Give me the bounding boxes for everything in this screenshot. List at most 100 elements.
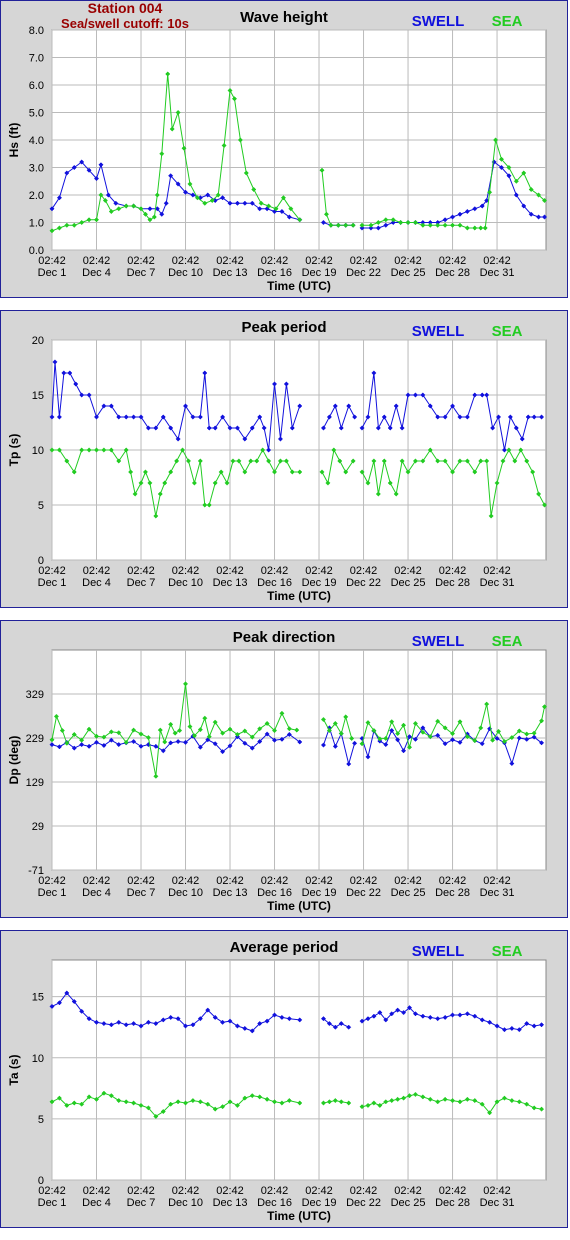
x-tick-date: Dec 10 <box>168 887 203 899</box>
peak-direction-chart: -712912922932902:42Dec 102:42Dec 402:42D… <box>7 629 548 913</box>
y-tick-label: 129 <box>26 777 44 789</box>
x-tick-time: 02:42 <box>305 875 333 887</box>
y-axis-label: Hs (ft) <box>7 123 21 158</box>
x-tick-date: Dec 19 <box>302 887 337 899</box>
x-tick-time: 02:42 <box>261 875 289 887</box>
x-tick-time: 02:42 <box>439 875 467 887</box>
x-tick-time: 02:42 <box>350 255 378 267</box>
x-tick-date: Dec 25 <box>391 887 426 899</box>
y-tick-label: 4.0 <box>29 135 44 147</box>
x-tick-time: 02:42 <box>38 875 66 887</box>
x-tick-date: Dec 4 <box>82 267 111 279</box>
y-tick-label: 7.0 <box>29 53 44 65</box>
x-tick-date: Dec 10 <box>168 267 203 279</box>
x-tick-time: 02:42 <box>216 565 244 577</box>
x-tick-time: 02:42 <box>83 255 111 267</box>
x-tick-date: Dec 10 <box>168 577 203 589</box>
x-tick-date: Dec 28 <box>435 267 470 279</box>
legend-swell: SWELL <box>412 13 465 30</box>
x-tick-time: 02:42 <box>350 565 378 577</box>
y-tick-label: 8.0 <box>29 25 44 37</box>
x-tick-date: Dec 31 <box>480 887 515 899</box>
chart-title: Peak direction <box>233 629 336 646</box>
y-tick-label: 15 <box>32 992 44 1004</box>
x-axis-label: Time (UTC) <box>267 899 331 913</box>
x-tick-date: Dec 16 <box>257 577 292 589</box>
x-tick-time: 02:42 <box>483 875 511 887</box>
wave-height-chart: 0.01.02.03.04.05.06.07.08.002:42Dec 102:… <box>7 9 548 293</box>
y-tick-label: 10 <box>32 445 44 457</box>
x-tick-date: Dec 19 <box>302 267 337 279</box>
x-tick-time: 02:42 <box>483 1185 511 1197</box>
average-period-chart: 05101502:42Dec 102:42Dec 402:42Dec 702:4… <box>7 939 547 1223</box>
x-tick-date: Dec 19 <box>302 1197 337 1209</box>
x-tick-date: Dec 13 <box>213 577 248 589</box>
y-tick-label: 5.0 <box>29 108 44 120</box>
cutoff-note: Sea/swell cutoff: 10s <box>61 16 189 31</box>
peak-period-panel: 0 5 10 15 20 02:42 Dec 1 02:42 Dec 4 02:42 Dec 7 02… <box>0 310 568 608</box>
x-tick-date: Dec 7 <box>127 267 156 279</box>
x-tick-time: 02:42 <box>305 565 333 577</box>
x-tick-time: 02:42 <box>172 1185 200 1197</box>
x-tick-date: Dec 22 <box>346 577 381 589</box>
plot-area <box>51 959 547 1181</box>
x-axis-label: Time (UTC) <box>267 1209 331 1223</box>
y-tick-label: 6.0 <box>29 80 44 92</box>
y-axis-label: Tp (s) <box>7 434 21 467</box>
x-tick-time: 02:42 <box>38 255 66 267</box>
x-tick-date: Dec 7 <box>127 1197 156 1209</box>
y-tick-label: 3.0 <box>29 163 44 175</box>
station-name: Station 004 <box>87 0 163 16</box>
x-tick-time: 02:42 <box>439 565 467 577</box>
x-tick-time: 02:42 <box>127 565 155 577</box>
x-tick-date: Dec 19 <box>302 577 337 589</box>
chart-title: Average period <box>230 939 339 956</box>
x-axis-label: Time (UTC) <box>267 589 331 603</box>
x-tick-time: 02:42 <box>394 1185 422 1197</box>
x-tick-date: Dec 16 <box>257 1197 292 1209</box>
x-tick-date: Dec 4 <box>82 887 111 899</box>
x-tick-time: 02:42 <box>172 875 200 887</box>
x-tick-date: Dec 1 <box>38 887 67 899</box>
x-tick-time: 02:42 <box>394 255 422 267</box>
x-tick-date: Dec 7 <box>127 887 156 899</box>
y-tick-label: 329 <box>26 689 44 701</box>
y-tick-label: 10 <box>32 1053 44 1065</box>
chart-title: Wave height <box>240 9 328 26</box>
x-tick-date: Dec 31 <box>480 577 515 589</box>
x-tick-time: 02:42 <box>83 565 111 577</box>
x-tick-date: Dec 31 <box>480 1197 515 1209</box>
x-tick-date: Dec 22 <box>346 1197 381 1209</box>
x-tick-date: Dec 25 <box>391 1197 426 1209</box>
x-tick-time: 02:42 <box>216 1185 244 1197</box>
chart-title: Peak period <box>241 319 326 336</box>
x-tick-time: 02:42 <box>483 255 511 267</box>
x-tick-time: 02:42 <box>350 1185 378 1197</box>
peak-period-chart: 0510152002:42Dec 102:42Dec 402:42Dec 702… <box>7 319 548 603</box>
y-tick-label: 229 <box>26 733 44 745</box>
plot-area <box>51 649 547 871</box>
x-tick-date: Dec 4 <box>82 1197 111 1209</box>
x-tick-date: Dec 25 <box>391 267 426 279</box>
x-tick-date: Dec 13 <box>213 267 248 279</box>
x-tick-time: 02:42 <box>305 255 333 267</box>
peak-direction-panel: -71 29 129 229 329 02:42 Dec 1 02:42 Dec 4 02:42 D… <box>0 620 568 918</box>
y-tick-label: 5 <box>38 1114 44 1126</box>
station-header: Station 004 Sea/swell cutoff: 10s <box>50 0 200 32</box>
y-tick-label: 2.0 <box>29 190 44 202</box>
x-tick-date: Dec 28 <box>435 577 470 589</box>
y-tick-label: 15 <box>32 390 44 402</box>
x-tick-time: 02:42 <box>394 875 422 887</box>
x-tick-date: Dec 1 <box>38 577 67 589</box>
x-axis-label: Time (UTC) <box>267 279 331 293</box>
x-tick-date: Dec 10 <box>168 1197 203 1209</box>
x-tick-time: 02:42 <box>127 1185 155 1197</box>
x-tick-time: 02:42 <box>38 1185 66 1197</box>
x-tick-time: 02:42 <box>261 1185 289 1197</box>
y-tick-label: 29 <box>32 821 44 833</box>
x-tick-date: Dec 28 <box>435 887 470 899</box>
wave-height-panel: 0.0 1.0 2.0 3.0 4.0 5.0 6.0 7.0 8.0 02:42 Dec 1 02:… <box>0 0 568 298</box>
legend-sea: SEA <box>492 323 523 340</box>
x-tick-date: Dec 1 <box>38 267 67 279</box>
y-axis-label: Dp (deg) <box>7 736 21 785</box>
